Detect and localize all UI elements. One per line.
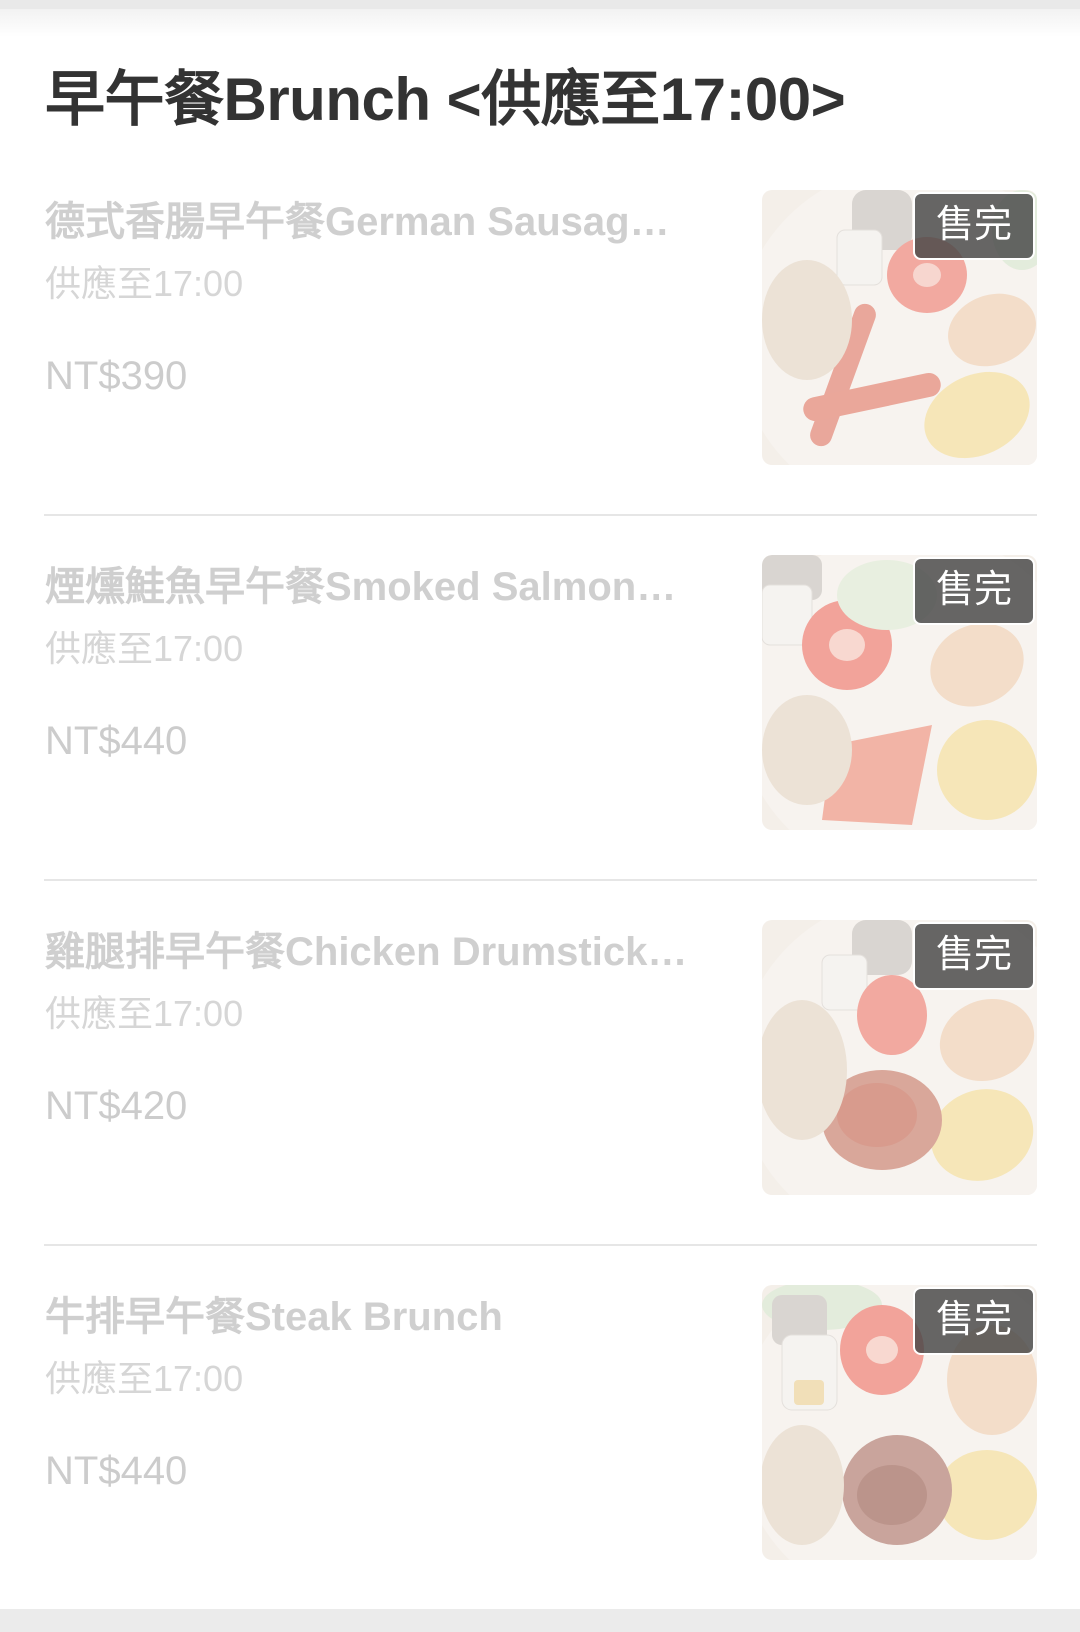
item-availability: 供應至17:00 <box>45 628 244 669</box>
section-title: 早午餐Brunch <供應至17:00> <box>45 66 846 133</box>
sold-out-badge: 售完 <box>913 922 1035 990</box>
divider <box>44 879 1037 881</box>
item-name: 德式香腸早午餐German Sausag… <box>45 200 670 244</box>
divider <box>44 1244 1037 1246</box>
item-availability: 供應至17:00 <box>45 993 244 1034</box>
item-price: NT$390 <box>45 354 188 398</box>
item-name: 煙燻鮭魚早午餐Smoked Salmon… <box>45 565 677 609</box>
item-price: NT$440 <box>45 1449 188 1493</box>
header-shadow <box>0 9 1080 37</box>
sold-out-badge: 售完 <box>913 192 1035 260</box>
menu-item[interactable]: 雞腿排早午餐Chicken Drumstick… 供應至17:00 NT$420… <box>0 920 1080 1285</box>
item-price: NT$440 <box>45 719 188 763</box>
menu-item[interactable]: 德式香腸早午餐German Sausag… 供應至17:00 NT$390 售完 <box>0 190 1080 555</box>
sold-out-badge: 售完 <box>913 1287 1035 1355</box>
menu-item[interactable]: 煙燻鮭魚早午餐Smoked Salmon… 供應至17:00 NT$440 售完 <box>0 555 1080 920</box>
sold-out-badge: 售完 <box>913 557 1035 625</box>
divider <box>44 514 1037 516</box>
item-name: 雞腿排早午餐Chicken Drumstick… <box>45 930 688 974</box>
item-name: 牛排早午餐Steak Brunch <box>45 1295 503 1339</box>
item-availability: 供應至17:00 <box>45 263 244 304</box>
item-price: NT$420 <box>45 1084 188 1128</box>
menu-item[interactable]: 牛排早午餐Steak Brunch 供應至17:00 NT$440 售完 <box>0 1285 1080 1632</box>
item-availability: 供應至17:00 <box>45 1358 244 1399</box>
status-bar-strip <box>0 0 1080 9</box>
